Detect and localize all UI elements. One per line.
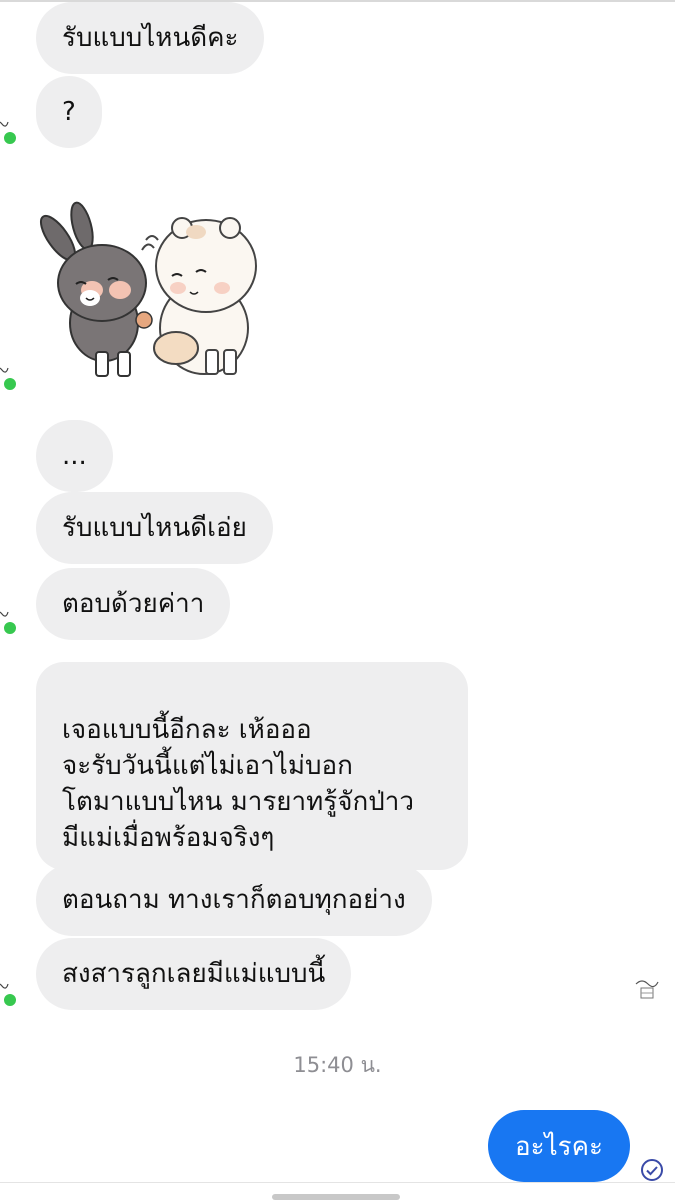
message-text: รับแบบไหนดีคะ bbox=[62, 23, 239, 53]
online-status-dot bbox=[2, 992, 18, 1008]
sender-avatar[interactable] bbox=[0, 362, 18, 392]
delivered-check-icon bbox=[640, 1158, 664, 1182]
sender-avatar[interactable] bbox=[0, 606, 18, 636]
incoming-message[interactable]: รับแบบไหนดีคะ bbox=[36, 2, 265, 74]
incoming-message[interactable]: ... bbox=[36, 420, 113, 492]
incoming-message[interactable]: สงสารลูกเลยมีแม่แบบนี้ bbox=[36, 938, 352, 1010]
message-text: ตอนถาม ทางเราก็ตอบทุกอย่าง bbox=[62, 885, 406, 915]
message-timestamp: 15:40 น. bbox=[293, 1053, 382, 1077]
message-text: เจอแบบนี้อีกละ เห้อออ จะรับวันนี้แต่ไม่เ… bbox=[62, 715, 414, 853]
incoming-message[interactable]: ? bbox=[36, 76, 102, 148]
online-status-dot bbox=[2, 620, 18, 636]
incoming-message[interactable]: ตอบด้วยค่าา bbox=[36, 568, 231, 640]
read-receipt-avatar bbox=[632, 976, 662, 1004]
incoming-message[interactable]: เจอแบบนี้อีกละ เห้อออ จะรับวันนี้แต่ไม่เ… bbox=[36, 662, 468, 870]
message-text: ... bbox=[62, 441, 87, 471]
incoming-message[interactable]: รับแบบไหนดีเอ่ย bbox=[36, 492, 273, 564]
message-text: อะไรคะ bbox=[515, 1131, 603, 1162]
online-status-dot bbox=[2, 376, 18, 392]
incoming-message[interactable]: ตอนถาม ทางเราก็ตอบทุกอย่าง bbox=[36, 864, 432, 936]
home-indicator[interactable] bbox=[272, 1194, 400, 1200]
message-text: ตอบด้วยค่าา bbox=[62, 589, 205, 619]
read-receipt-icon bbox=[635, 980, 659, 999]
sticker-image bbox=[39, 201, 257, 377]
sender-avatar[interactable] bbox=[0, 978, 18, 1008]
message-text: รับแบบไหนดีเอ่ย bbox=[62, 513, 247, 543]
online-status-dot bbox=[2, 130, 18, 146]
message-text: ? bbox=[62, 97, 76, 127]
message-text: สงสารลูกเลยมีแม่แบบนี้ bbox=[62, 959, 326, 989]
bunny-and-bear-sticker[interactable] bbox=[36, 198, 266, 388]
outgoing-message[interactable]: อะไรคะ bbox=[488, 1110, 630, 1182]
sender-avatar[interactable] bbox=[0, 116, 18, 146]
